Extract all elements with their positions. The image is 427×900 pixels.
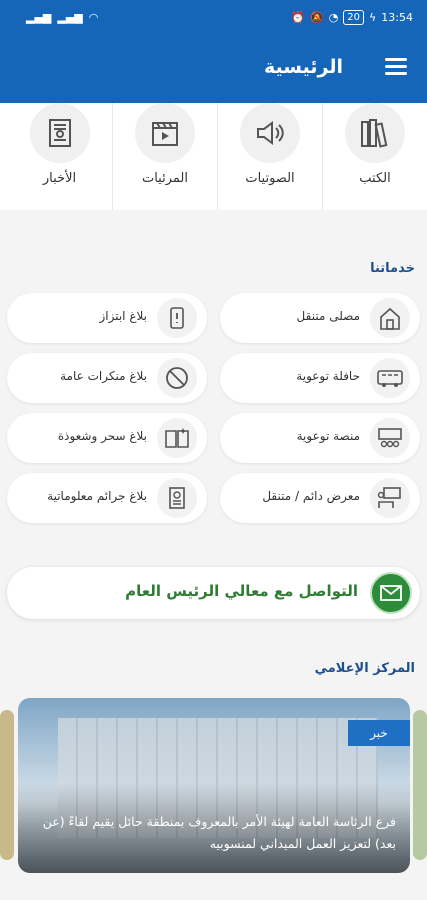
service-witchcraft-report[interactable]: بلاغ سحر وشعوذة	[7, 413, 207, 463]
wifi-icon: ◠	[88, 11, 99, 24]
news-card[interactable]: خبر فرع الرئاسة العامة لهيئة الأمر بالمع…	[18, 698, 410, 873]
contact-label: التواصل مع معالي الرئيس العام	[125, 582, 358, 600]
page-title: الرئيسية	[264, 56, 343, 78]
service-label: بلاغ منكرات عامة	[60, 369, 147, 383]
category-books[interactable]: الكتب	[322, 103, 427, 210]
service-cybercrime-report[interactable]: بلاغ جرائم معلوماتية	[7, 473, 207, 523]
service-extortion-report[interactable]: بلاغ ابتزاز	[7, 293, 207, 343]
service-label: بلاغ جرائم معلوماتية	[47, 489, 147, 503]
exhibition-icon	[370, 478, 410, 518]
category-label: الكتب	[359, 171, 391, 186]
service-public-violations-report[interactable]: بلاغ منكرات عامة	[7, 353, 207, 403]
status-time: 13:54	[381, 11, 413, 24]
service-awareness-platform[interactable]: منصة توعوية	[220, 413, 420, 463]
signal-icon: ▂▄▆	[57, 11, 83, 24]
category-news[interactable]: الأخبار	[7, 103, 112, 210]
signal-icon: ▂▄▆	[26, 11, 52, 24]
service-awareness-bus[interactable]: حافلة توعوية	[220, 353, 420, 403]
clapperboard-icon	[135, 103, 195, 163]
service-label: حافلة توعوية	[296, 369, 360, 383]
status-bar: ▂▄▆ ▂▄▆ ◠ ⏰ 🔕 ◔ 20 ϟ 13:54	[0, 0, 427, 36]
category-videos[interactable]: المرئيات	[112, 103, 217, 210]
battery-level: 20	[343, 10, 365, 25]
contact-president-button[interactable]: التواصل مع معالي الرئيس العام	[7, 567, 420, 619]
service-label: بلاغ سحر وشعوذة	[57, 429, 147, 443]
status-icons-left: ▂▄▆ ▂▄▆ ◠	[26, 11, 98, 24]
previous-news-card[interactable]	[0, 710, 14, 860]
category-label: الأخبار	[42, 171, 77, 186]
services-title: خدماتنا	[370, 261, 415, 276]
app-bar: ▂▄▆ ▂▄▆ ◠ ⏰ 🔕 ◔ 20 ϟ 13:54 الرئيسية	[0, 0, 427, 103]
category-strip: الكتب الصوتيات المرئيات الأخبار	[0, 103, 427, 210]
media-center-title: المركز الإعلامي	[314, 661, 415, 676]
books-icon	[345, 103, 405, 163]
mosque-icon	[370, 298, 410, 338]
cyber-crime-icon	[157, 478, 197, 518]
magic-book-icon	[157, 418, 197, 458]
service-exhibition[interactable]: معرض دائم / متنقل	[220, 473, 420, 523]
platform-icon	[370, 418, 410, 458]
news-badge: خبر	[348, 720, 410, 746]
mute-icon: 🔕	[309, 11, 324, 24]
prohibited-icon	[157, 358, 197, 398]
next-news-card[interactable]	[413, 710, 427, 860]
service-label: بلاغ ابتزاز	[99, 309, 147, 323]
speaker-icon	[240, 103, 300, 163]
category-label: الصوتيات	[245, 171, 295, 186]
newspaper-icon	[29, 103, 90, 163]
category-label: المرئيات	[141, 171, 188, 186]
news-headline: فرع الرئاسة العامة لهيئة الأمر بالمعروف …	[42, 814, 396, 851]
service-label: منصة توعوية	[296, 429, 360, 443]
phone-alert-icon	[157, 298, 197, 338]
bus-icon	[370, 358, 410, 398]
service-label: معرض دائم / متنقل	[262, 489, 360, 503]
service-label: مصلى متنقل	[296, 309, 360, 323]
alarm-icon: ⏰	[291, 11, 305, 24]
speed-icon: ◔	[328, 11, 339, 24]
status-icons-right: ⏰ 🔕 ◔ 20 ϟ 13:54	[291, 10, 413, 25]
news-carousel[interactable]: خبر فرع الرئاسة العامة لهيئة الأمر بالمع…	[0, 698, 427, 878]
menu-button[interactable]	[385, 58, 407, 78]
service-mobile-prayer[interactable]: مصلى متنقل	[220, 293, 420, 343]
mail-icon	[370, 572, 412, 614]
category-audio[interactable]: الصوتيات	[217, 103, 322, 210]
charging-icon: ϟ	[369, 11, 377, 24]
